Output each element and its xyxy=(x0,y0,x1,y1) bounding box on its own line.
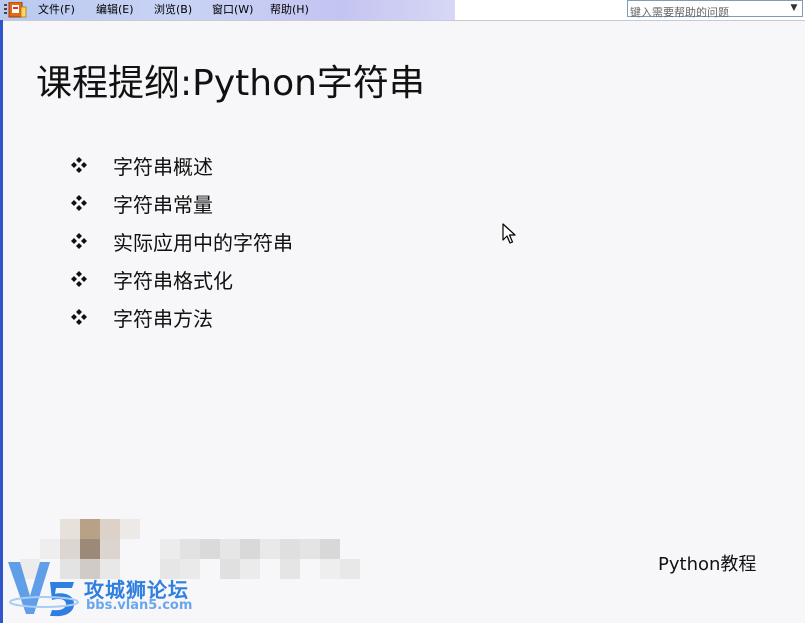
menu-item-window[interactable]: 窗口(W) xyxy=(212,2,253,18)
chevron-down-icon[interactable]: ▼ xyxy=(788,1,800,16)
powerpoint-app-icon[interactable] xyxy=(4,2,28,18)
slide-title: 课程提纲:Python字符串 xyxy=(36,63,425,104)
bullet-text: 字符串概述 xyxy=(113,154,213,179)
mouse-pointer-icon xyxy=(502,223,516,244)
vlan5-logo-watermark xyxy=(8,562,79,617)
diamond-bullet-icon xyxy=(71,233,87,249)
slide-footer-label: Python教程 xyxy=(658,554,757,575)
watermark-subtitle: bbs.vlan5.com xyxy=(86,598,193,613)
bullet-item: 字符串常量 xyxy=(70,184,293,222)
bullet-item: 实际应用中的字符串 xyxy=(70,222,293,260)
menu-item-help[interactable]: 帮助(H) xyxy=(270,2,309,18)
bullet-text: 实际应用中的字符串 xyxy=(113,230,293,255)
diamond-bullet-icon xyxy=(71,195,87,211)
diamond-bullet-icon xyxy=(71,271,87,287)
menu-bar: 文件(F) 编辑(E) 浏览(B) 窗口(W) 帮助(H) ▼ xyxy=(0,0,805,21)
bullet-item: 字符串概述 xyxy=(70,146,293,184)
bullet-text: 字符串常量 xyxy=(113,192,213,217)
bullet-list: 字符串概述 字符串常量 实际应用中的字符串 字符串格式化 字符串方法 xyxy=(70,146,293,336)
bullet-text: 字符串格式化 xyxy=(113,268,233,293)
window-left-edge xyxy=(0,20,3,623)
presentation-window: 文件(F) 编辑(E) 浏览(B) 窗口(W) 帮助(H) ▼ 课程提纲:Pyt… xyxy=(0,0,805,623)
menu-item-browse[interactable]: 浏览(B) xyxy=(154,2,192,18)
help-search-input[interactable] xyxy=(628,5,782,20)
diamond-bullet-icon xyxy=(71,309,87,325)
bullet-item: 字符串格式化 xyxy=(70,260,293,298)
bullet-item: 字符串方法 xyxy=(70,298,293,336)
menu-item-file[interactable]: 文件(F) xyxy=(38,2,75,18)
bullet-text: 字符串方法 xyxy=(113,306,213,331)
diamond-bullet-icon xyxy=(71,157,87,173)
help-search-box[interactable]: ▼ xyxy=(627,0,803,20)
menu-item-edit[interactable]: 编辑(E) xyxy=(96,2,134,18)
